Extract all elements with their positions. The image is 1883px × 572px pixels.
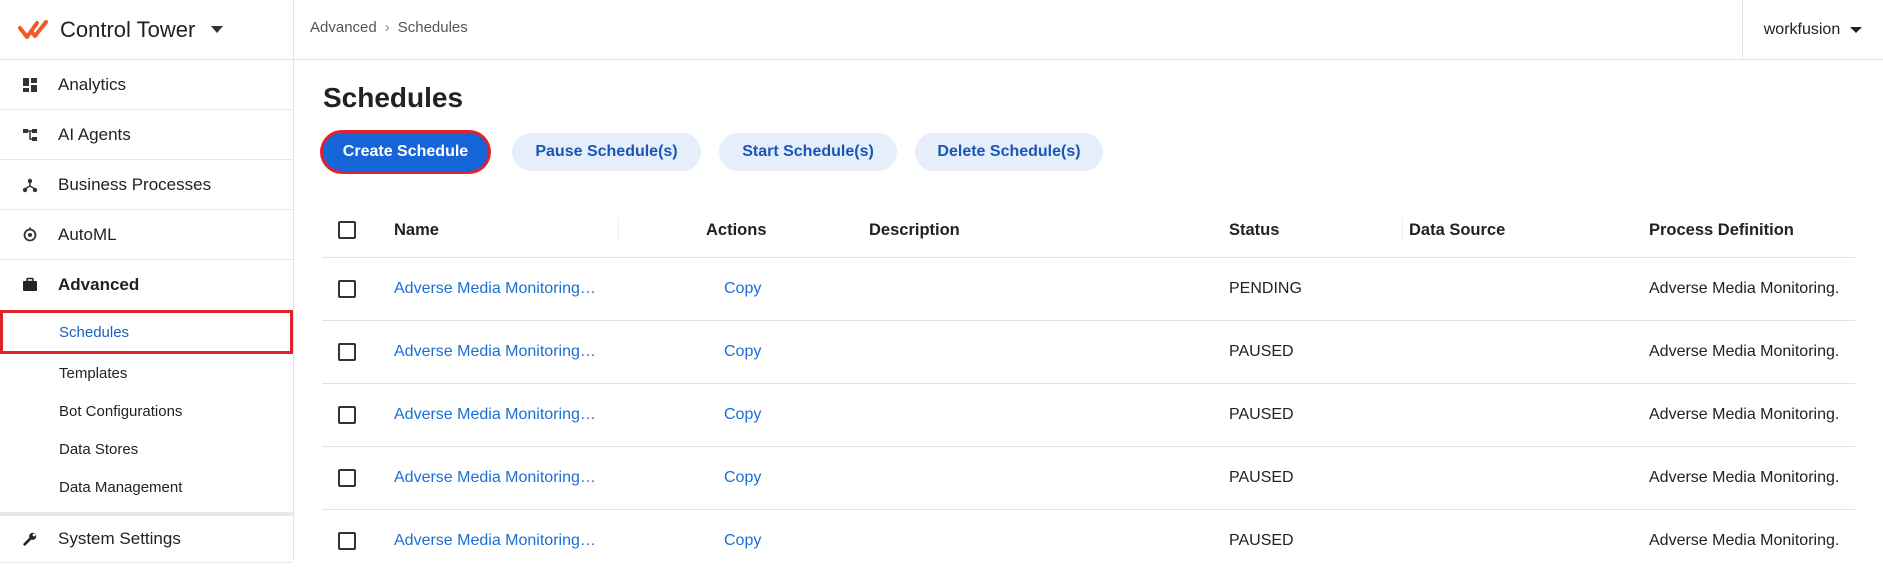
sidebar-subitem-bot-configurations[interactable]: Bot Configurations — [0, 392, 293, 430]
automl-icon — [22, 227, 38, 243]
copy-link[interactable]: Copy — [724, 384, 761, 446]
column-header-data-source[interactable]: Data Source — [1409, 203, 1505, 257]
sidebar-item-label: System Settings — [58, 529, 181, 548]
row-checkbox[interactable] — [338, 469, 356, 487]
delete-schedules-button[interactable]: Delete Schedule(s) — [915, 133, 1103, 171]
dashboard-icon — [22, 77, 38, 93]
sidebar-item-label: AI Agents — [58, 124, 131, 144]
sidebar-item-advanced[interactable]: Advanced — [0, 260, 293, 310]
table-row: Adverse Media Monitoring… Copy PAUSED Ad… — [322, 447, 1855, 510]
column-header-name[interactable]: Name — [394, 203, 439, 257]
sidebar-item-system-settings[interactable]: System Settings — [0, 513, 293, 563]
sidebar-item-label: AutoML — [58, 224, 117, 244]
start-schedules-button[interactable]: Start Schedule(s) — [719, 133, 897, 171]
chevron-down-icon — [1850, 26, 1863, 33]
copy-link[interactable]: Copy — [724, 447, 761, 509]
schedules-table: Name Actions Description Status Data Sou… — [322, 203, 1855, 572]
status-cell: PAUSED — [1229, 406, 1294, 423]
table-header-row: Name Actions Description Status Data Sou… — [322, 203, 1855, 258]
status-cell: PENDING — [1229, 280, 1302, 297]
status-cell: PAUSED — [1229, 343, 1294, 360]
sidebar: Control Tower Analytics AI Agents Busine… — [0, 0, 294, 563]
status-cell: PAUSED — [1229, 469, 1294, 486]
brand-switcher[interactable]: Control Tower — [0, 0, 293, 60]
schedule-name-link[interactable]: Adverse Media Monitoring… — [394, 384, 596, 446]
table-row: Adverse Media Monitoring… Copy PAUSED Ad… — [322, 384, 1855, 447]
sidebar-item-ai-agents[interactable]: AI Agents — [0, 110, 293, 160]
schedule-name-link[interactable]: Adverse Media Monitoring… — [394, 510, 596, 572]
column-header-actions: Actions — [706, 220, 767, 239]
chevron-right-icon: › — [384, 18, 390, 36]
column-divider — [618, 219, 619, 241]
row-checkbox-cell[interactable] — [338, 258, 356, 320]
copy-link[interactable]: Copy — [724, 510, 761, 572]
schedule-name-link[interactable]: Adverse Media Monitoring… — [394, 321, 596, 383]
process-definition-cell: Adverse Media Monitoring. — [1649, 280, 1840, 297]
row-checkbox-cell[interactable] — [338, 384, 356, 446]
row-checkbox-cell[interactable] — [338, 321, 356, 383]
topbar: Advanced › Schedules workfusion — [294, 0, 1883, 60]
briefcase-icon — [22, 277, 38, 293]
app-window: Control Tower Analytics AI Agents Busine… — [0, 0, 1883, 563]
create-schedule-button[interactable]: Create Schedule — [323, 133, 488, 171]
copy-link[interactable]: Copy — [724, 321, 761, 383]
user-menu[interactable]: workfusion — [1742, 0, 1883, 59]
page-title: Schedules — [323, 82, 464, 113]
row-checkbox[interactable] — [338, 532, 356, 550]
pause-schedules-button[interactable]: Pause Schedule(s) — [512, 133, 701, 171]
chevron-down-icon[interactable] — [211, 26, 224, 33]
process-definition-cell: Adverse Media Monitoring. — [1649, 469, 1840, 486]
breadcrumb: Advanced › Schedules — [310, 0, 468, 54]
sidebar-item-label: Business Processes — [58, 174, 212, 194]
sidebar-item-automl[interactable]: AutoML — [0, 210, 293, 260]
column-header-description[interactable]: Description — [869, 203, 960, 257]
process-icon — [22, 177, 38, 193]
advanced-subnav: Schedules Templates Bot Configurations D… — [0, 310, 293, 513]
select-all-checkbox[interactable] — [338, 221, 356, 239]
status-cell: PAUSED — [1229, 532, 1294, 549]
sidebar-item-analytics[interactable]: Analytics — [0, 60, 293, 110]
select-all-checkbox-cell[interactable] — [338, 203, 356, 257]
row-checkbox[interactable] — [338, 343, 356, 361]
sidebar-item-label: Analytics — [58, 74, 127, 94]
column-header-status[interactable]: Status — [1229, 203, 1279, 257]
schedule-name-link[interactable]: Adverse Media Monitoring… — [394, 258, 596, 320]
sidebar-subitem-data-management[interactable]: Data Management — [0, 468, 293, 506]
column-divider — [1402, 219, 1403, 241]
sidebar-subitem-schedules[interactable]: Schedules — [0, 310, 293, 354]
sidebar-subitem-data-stores[interactable]: Data Stores — [0, 430, 293, 468]
row-checkbox[interactable] — [338, 280, 356, 298]
table-row: Adverse Media Monitoring… Copy PAUSED Ad… — [322, 510, 1855, 572]
breadcrumb-current: Schedules — [397, 18, 468, 36]
app-title: Control Tower — [60, 16, 196, 42]
column-header-process-definition[interactable]: Process Definition — [1649, 203, 1794, 257]
copy-link[interactable]: Copy — [724, 258, 761, 320]
process-definition-cell: Adverse Media Monitoring. — [1649, 343, 1840, 360]
table-row: Adverse Media Monitoring… Copy PENDING A… — [322, 258, 1855, 321]
sidebar-item-business-processes[interactable]: Business Processes — [0, 160, 293, 210]
process-definition-cell: Adverse Media Monitoring. — [1649, 406, 1840, 423]
hierarchy-icon — [22, 127, 38, 143]
user-name: workfusion — [1763, 20, 1841, 38]
main-content: Schedules Create Schedule Pause Schedule… — [294, 60, 1883, 560]
workfusion-logo-icon — [18, 19, 48, 39]
wrench-icon — [22, 531, 38, 547]
sidebar-item-label: Advanced — [58, 275, 140, 294]
row-checkbox-cell[interactable] — [338, 510, 356, 572]
sidebar-subitem-templates[interactable]: Templates — [0, 354, 293, 392]
table-row: Adverse Media Monitoring… Copy PAUSED Ad… — [322, 321, 1855, 384]
process-definition-cell: Adverse Media Monitoring. — [1649, 532, 1840, 549]
breadcrumb-parent[interactable]: Advanced — [310, 19, 377, 36]
row-checkbox-cell[interactable] — [338, 447, 356, 509]
row-checkbox[interactable] — [338, 406, 356, 424]
schedule-name-link[interactable]: Adverse Media Monitoring… — [394, 447, 596, 509]
